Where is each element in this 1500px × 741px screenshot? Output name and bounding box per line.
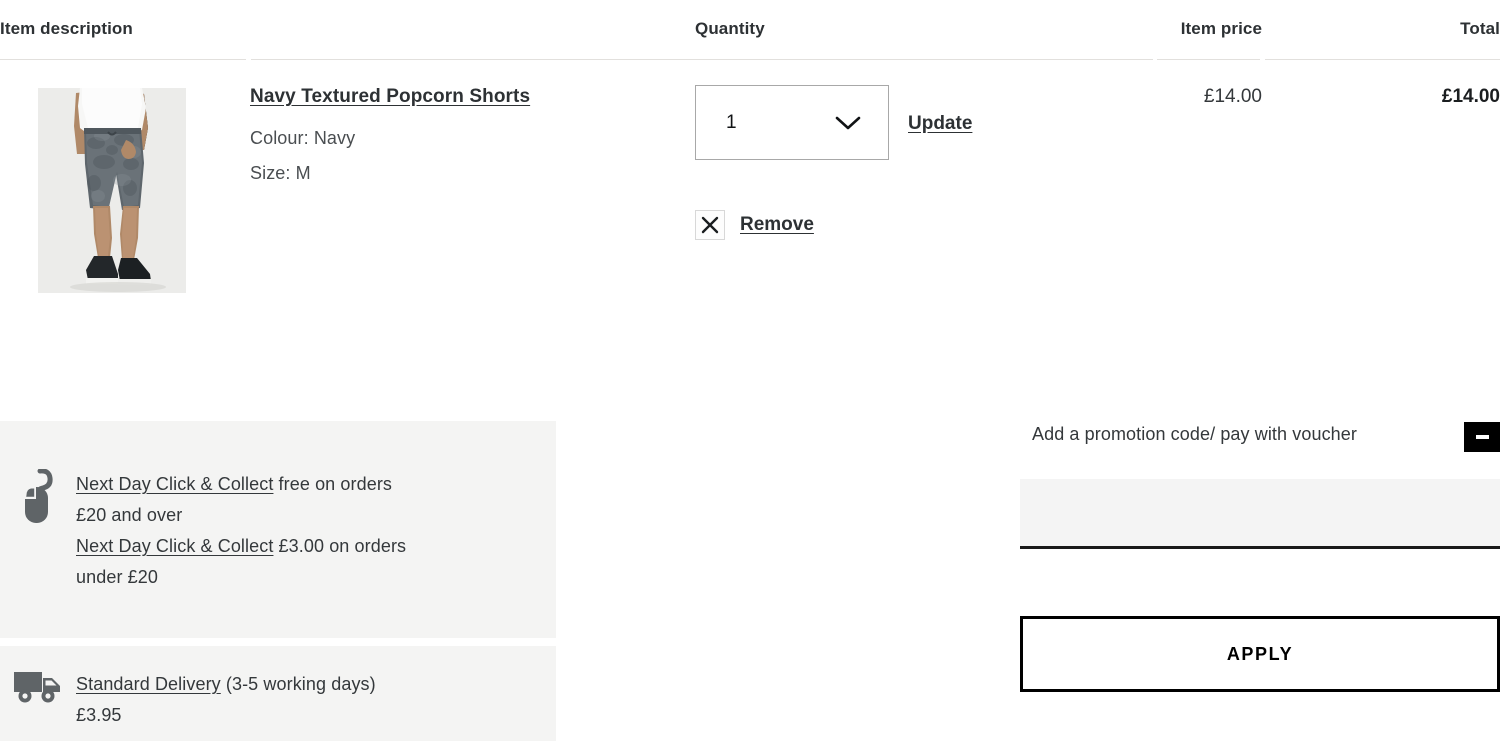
delivery-option-click-and-collect: Next Day Click & Collect free on orders … bbox=[0, 421, 556, 638]
basket-table-header: Item description Quantity Item price Tot… bbox=[0, 0, 1500, 60]
apply-promotion-button[interactable]: APPLY bbox=[1020, 616, 1500, 692]
click-and-collect-line4: under £20 bbox=[76, 567, 158, 587]
click-and-collect-line3-rest: £3.00 on orders bbox=[273, 536, 407, 556]
product-thumbnail[interactable] bbox=[38, 88, 186, 293]
item-total-value: £14.00 bbox=[1441, 86, 1500, 107]
click-and-collect-line1-rest: free on orders bbox=[273, 474, 393, 494]
promotion-code-input[interactable] bbox=[1020, 479, 1500, 549]
click-and-collect-link[interactable]: Next Day Click & Collect bbox=[76, 474, 273, 494]
item-price-value: £14.00 bbox=[1203, 86, 1262, 107]
close-x-icon[interactable] bbox=[695, 210, 725, 240]
click-and-collect-text: Next Day Click & Collect free on orders … bbox=[76, 421, 556, 593]
update-quantity-link[interactable]: Update bbox=[908, 113, 972, 135]
column-header-item-description: Item description bbox=[0, 19, 133, 38]
mouse-icon bbox=[0, 421, 76, 527]
promotion-code-header: Add a promotion code/ pay with voucher bbox=[1020, 415, 1500, 460]
promotion-collapse-toggle[interactable] bbox=[1464, 422, 1500, 452]
standard-delivery-link[interactable]: Standard Delivery bbox=[76, 674, 221, 694]
product-info: Navy Textured Popcorn Shorts Colour: Nav… bbox=[250, 86, 680, 198]
remove-item-label[interactable]: Remove bbox=[740, 214, 814, 236]
click-and-collect-line2: £20 and over bbox=[76, 505, 183, 525]
quantity-value: 1 bbox=[726, 111, 737, 133]
promotion-code-section: Add a promotion code/ pay with voucher A… bbox=[1020, 415, 1500, 692]
product-name-link[interactable]: Navy Textured Popcorn Shorts bbox=[250, 86, 530, 108]
delivery-truck-icon bbox=[0, 646, 76, 704]
standard-delivery-price: £3.95 bbox=[76, 705, 122, 725]
column-header-total: Total bbox=[1460, 19, 1500, 38]
minus-icon bbox=[1475, 435, 1489, 439]
quantity-controls: 1 Update bbox=[695, 85, 972, 160]
promotion-code-label: Add a promotion code/ pay with voucher bbox=[1032, 424, 1357, 444]
remove-item-control[interactable]: Remove bbox=[695, 210, 814, 240]
delivery-option-standard: Standard Delivery (3-5 working days) £3.… bbox=[0, 646, 556, 741]
click-and-collect-link-2[interactable]: Next Day Click & Collect bbox=[76, 536, 273, 556]
product-colour: Colour: Navy bbox=[250, 128, 356, 148]
quantity-select[interactable]: 1 bbox=[695, 85, 889, 160]
column-header-quantity: Quantity bbox=[695, 19, 765, 38]
standard-delivery-text: Standard Delivery (3-5 working days) £3.… bbox=[76, 646, 556, 731]
column-header-item-price: Item price bbox=[1180, 19, 1262, 38]
chevron-down-icon bbox=[835, 115, 861, 131]
standard-delivery-line1-rest: (3-5 working days) bbox=[220, 674, 376, 694]
product-size: Size: M bbox=[250, 163, 311, 183]
basket-item-row: Navy Textured Popcorn Shorts Colour: Nav… bbox=[0, 60, 1500, 400]
